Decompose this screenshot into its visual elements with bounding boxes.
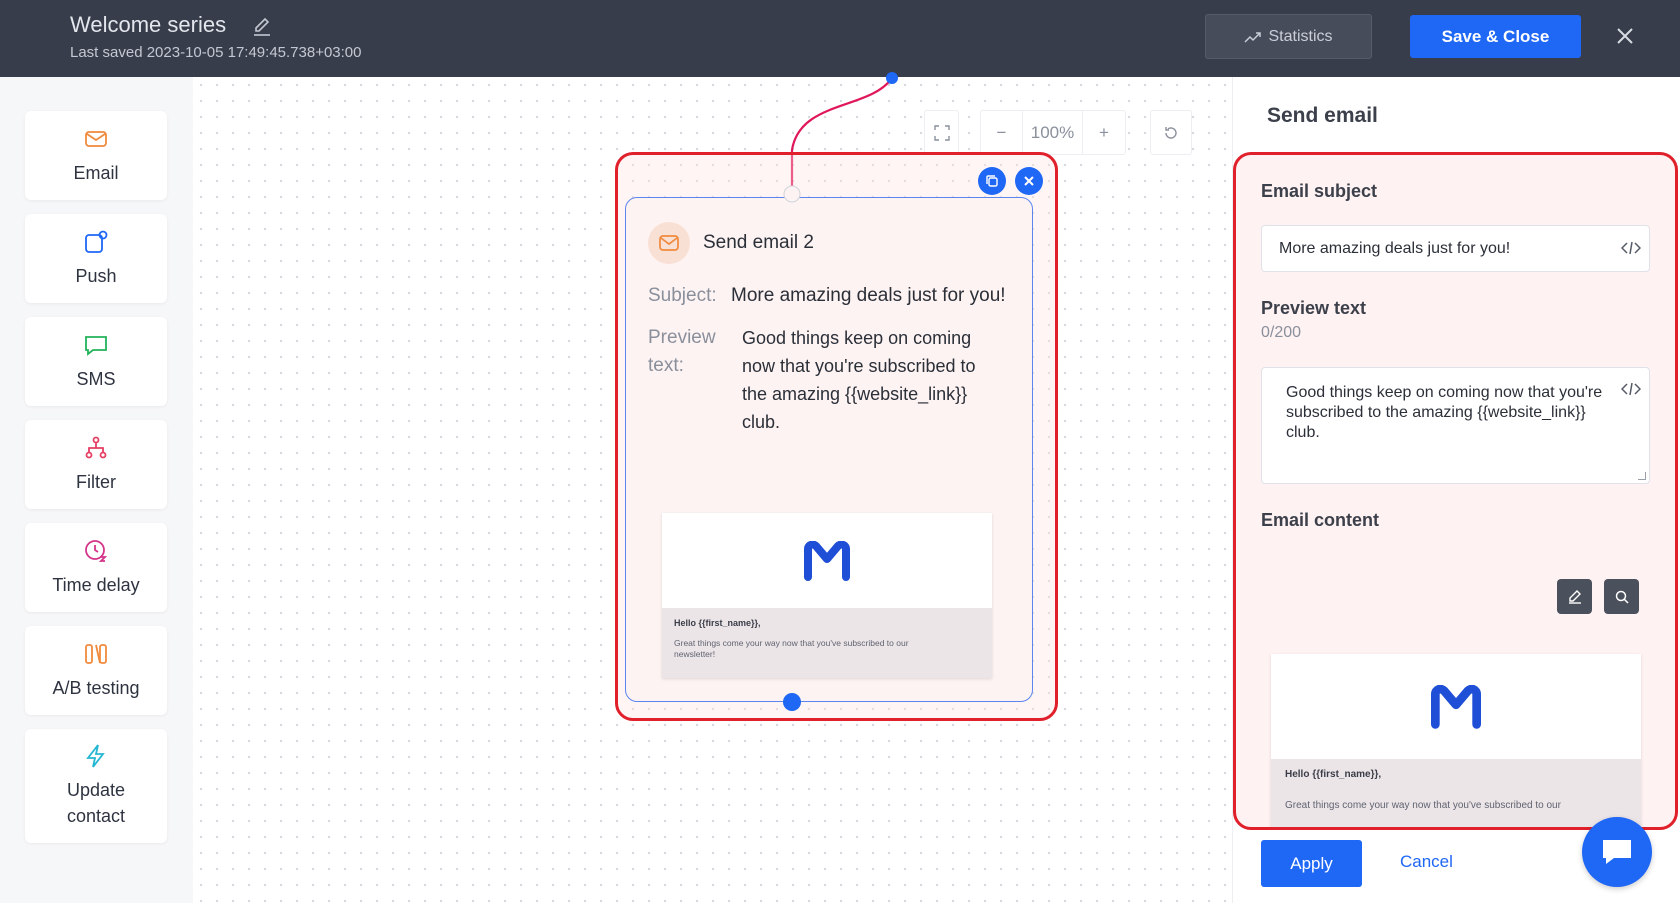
statistics-label: Statistics <box>1268 27 1333 45</box>
ab-split-icon <box>85 643 107 664</box>
last-saved-text: Last saved 2023-10-05 17:49:45.738+03:00 <box>70 44 362 61</box>
palette-item-sms[interactable]: SMS <box>25 317 167 406</box>
expand-icon <box>933 124 950 141</box>
node-palette: Email Push SMS Filter Time delay A/B tes… <box>0 77 193 903</box>
palette-item-time-delay[interactable]: Time delay <box>25 523 167 612</box>
palette-item-label: Time delay <box>52 574 140 595</box>
edit-content-button[interactable] <box>1557 579 1592 614</box>
email-content-label: Email content <box>1261 510 1380 530</box>
insert-variable-icon[interactable] <box>1621 240 1641 256</box>
email-preview-body: Hello {{first_name}}, Great things come … <box>662 608 992 678</box>
chat-bubble-icon <box>85 335 107 356</box>
email-subject-value: More amazing deals just for you! <box>1279 239 1511 257</box>
close-icon[interactable] <box>1614 25 1636 47</box>
preview-text-counter: 0/200 <box>1261 324 1302 341</box>
insert-variable-icon[interactable] <box>1621 381 1641 397</box>
fit-view-button[interactable] <box>924 110 959 155</box>
close-icon <box>1024 176 1034 186</box>
email-preview-body: Hello {{first_name}}, Great things come … <box>1271 759 1641 827</box>
email-body-line: Great things come your way now that you'… <box>1285 800 1561 811</box>
envelope-icon <box>85 130 107 147</box>
lightning-icon <box>86 744 105 768</box>
email-greeting: Hello {{first_name}}, <box>1285 769 1382 780</box>
zoom-out-button[interactable]: − <box>981 111 1023 154</box>
node-email-preview: Hello {{first_name}}, Great things come … <box>662 513 992 678</box>
trend-icon <box>1244 31 1262 43</box>
email-subject-input[interactable]: More amazing deals just for you! <box>1261 225 1650 272</box>
cancel-button[interactable]: Cancel <box>1400 852 1453 872</box>
push-notification-icon <box>85 230 108 253</box>
node-title: Send email 2 <box>703 232 814 253</box>
apply-button[interactable]: Apply <box>1261 840 1362 887</box>
search-icon <box>1615 590 1629 604</box>
palette-item-label: SMS <box>76 368 116 389</box>
brand-logo <box>662 513 992 608</box>
filter-tree-icon <box>85 436 107 458</box>
node-subject-value: More amazing deals just for you! <box>731 285 1006 306</box>
copy-icon <box>986 175 998 187</box>
palette-item-push[interactable]: Push <box>25 214 167 303</box>
chat-icon <box>1603 840 1631 864</box>
node-preview-value: Good things keep on coming now that you'… <box>742 328 976 432</box>
palette-item-update-contact[interactable]: Update contact <box>25 729 167 843</box>
zoom-level: 100% <box>1023 111 1083 154</box>
preview-text-area[interactable]: Good things keep on coming now that you'… <box>1261 367 1650 484</box>
save-close-button[interactable]: Save & Close <box>1410 15 1581 58</box>
palette-item-ab-testing[interactable]: A/B testing <box>25 626 167 715</box>
panel-title: Send email <box>1267 104 1378 127</box>
page-title: Welcome series <box>70 12 227 37</box>
node-preview-label: Preview text: <box>648 327 716 376</box>
zoom-in-button[interactable]: + <box>1083 111 1125 154</box>
brand-m-logo-icon <box>804 540 850 581</box>
reset-view-button[interactable] <box>1150 110 1192 155</box>
email-subject-label: Email subject <box>1261 181 1378 201</box>
email-body-line: Great things come your way now that you'… <box>674 638 909 659</box>
node-subject-label: Subject: <box>648 285 717 306</box>
palette-item-label: Update contact <box>66 780 126 826</box>
email-greeting: Hello {{first_name}}, <box>674 618 761 628</box>
palette-item-filter[interactable]: Filter <box>25 420 167 509</box>
palette-item-email[interactable]: Email <box>25 111 167 200</box>
pencil-icon[interactable] <box>250 15 274 39</box>
preview-content-button[interactable] <box>1604 579 1639 614</box>
top-bar: Welcome series Last saved 2023-10-05 17:… <box>0 0 1680 77</box>
resize-handle[interactable] <box>1638 472 1646 480</box>
zoom-controls: − 100% + <box>980 110 1126 155</box>
refresh-icon <box>1165 126 1177 139</box>
clock-icon <box>85 539 108 562</box>
panel-email-preview: Hello {{first_name}}, Great things come … <box>1271 654 1641 827</box>
statistics-button[interactable]: Statistics <box>1205 14 1372 59</box>
preview-text-label: Preview text <box>1261 298 1367 318</box>
palette-item-label: Filter <box>76 471 116 492</box>
brand-logo <box>1271 654 1641 759</box>
delete-node-button[interactable] <box>1015 167 1043 195</box>
node-email-badge <box>648 222 690 264</box>
support-chat-button[interactable] <box>1582 817 1652 887</box>
envelope-icon <box>659 235 679 251</box>
duplicate-node-button[interactable] <box>978 167 1006 195</box>
pencil-icon <box>1568 589 1581 604</box>
palette-item-label: Push <box>75 265 117 286</box>
palette-item-label: Email <box>73 162 119 183</box>
brand-m-logo-icon <box>1431 684 1481 729</box>
palette-item-label: A/B testing <box>52 677 140 698</box>
preview-text-value: Good things keep on coming now that you'… <box>1286 384 1603 441</box>
